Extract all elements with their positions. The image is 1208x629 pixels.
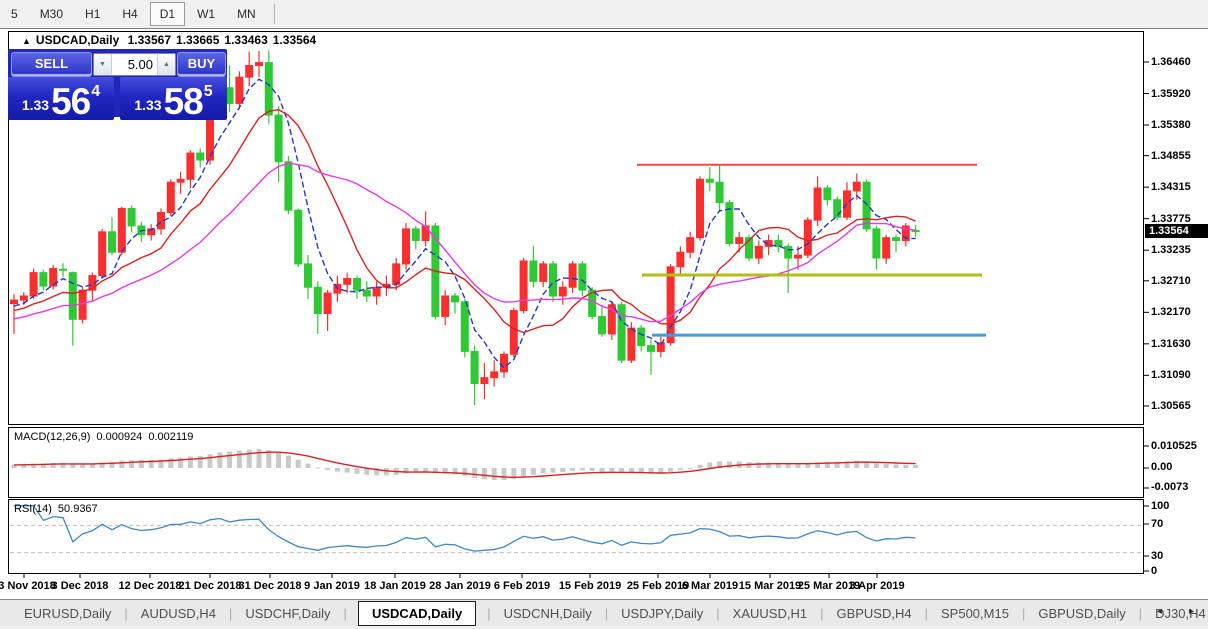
tab-separator: |	[1022, 606, 1025, 621]
timeframe-toolbar: 5M30H1H4D1W1MN	[0, 0, 1208, 28]
tab-separator: |	[820, 606, 823, 621]
chart-tab-gbpusd-daily[interactable]: GBPUSD,Daily	[1036, 602, 1127, 625]
tab-scroll-left-icon[interactable]: ◂	[1157, 606, 1162, 617]
volume-decrease-button[interactable]: ▼	[94, 54, 112, 75]
tab-scroll-right-icon[interactable]: ▸	[1189, 606, 1194, 617]
chart-symbol-header: ▲ USDCAD,Daily 1.33567 1.33665 1.33463 1.335…	[22, 33, 321, 47]
chart-tab-bar: EURUSD,Daily | AUDUSD,H4 | USDCHF,Daily | USDC…	[0, 599, 1208, 626]
one-click-trade-panel: SELL ▼ ▲ BUY 1.33 56 4 1.33 58 5	[8, 49, 227, 117]
chart-tab-usdcnh-daily[interactable]: USDCNH,Daily	[502, 602, 594, 625]
price-axis-label: 1.33235	[1151, 244, 1191, 256]
price-axis-label: 1.35380	[1151, 119, 1191, 131]
tab-separator: |	[605, 606, 608, 621]
tab-separator: |	[716, 606, 719, 621]
chart-tab-usdjpy-daily[interactable]: USDJPY,Daily	[619, 602, 705, 625]
ask-price-button[interactable]: 1.33 58 5	[120, 77, 227, 120]
macd-axis-label: -0.0073	[1151, 481, 1188, 493]
price-axis-label: 1.34855	[1151, 150, 1191, 162]
tab-separator: |	[487, 606, 490, 621]
date-axis-label: 3 Apr 2019	[835, 580, 919, 592]
chart-tab-usdchf-daily[interactable]: USDCHF,Daily	[243, 602, 332, 625]
macd-signal-value: 0.002119	[148, 431, 193, 443]
timeframe-button-h1[interactable]: H1	[75, 2, 110, 26]
ask-price-pips: 58	[164, 86, 203, 117]
rsi-header: RSI(14) 50.9367	[14, 503, 104, 515]
price-axis-label: 1.30565	[1151, 400, 1191, 412]
tab-separator: |	[344, 606, 347, 621]
buy-button[interactable]: BUY	[177, 52, 226, 77]
price-axis-label: 1.31630	[1151, 338, 1191, 350]
chart-tab-eurusd-daily[interactable]: EURUSD,Daily	[22, 602, 113, 625]
tab-separator: |	[229, 606, 232, 621]
rsi-axis-label: 70	[1151, 518, 1163, 530]
ohlc-high: 1.33665	[176, 33, 219, 47]
bid-price-pips: 56	[51, 86, 90, 117]
timeframe-button-h4[interactable]: H4	[112, 2, 147, 26]
price-axis-label: 1.32170	[1151, 306, 1191, 318]
price-axis-label: 1.35920	[1151, 88, 1191, 100]
chart-tab-xauusd-h1[interactable]: XAUUSD,H1	[731, 602, 809, 625]
price-axis-label: 1.32710	[1151, 275, 1191, 287]
tab-separator: |	[124, 606, 127, 621]
price-axis-label: 1.31090	[1151, 369, 1191, 381]
toolbar-separator	[274, 4, 275, 24]
chart-tab-gbpusd-h4[interactable]: GBPUSD,H4	[834, 602, 913, 625]
current-price-tag: 1.33564	[1145, 224, 1208, 238]
ohlc-open: 1.33567	[128, 33, 171, 47]
macd-axis-label: 0.010525	[1151, 440, 1197, 452]
tab-separator: |	[925, 606, 928, 621]
rsi-value: 50.9367	[58, 503, 98, 515]
volume-increase-button[interactable]: ▲	[157, 54, 175, 75]
rsi-label: RSI(14)	[14, 503, 52, 515]
chevron-down-icon: ▼	[99, 61, 106, 68]
timeframe-button-d1[interactable]: D1	[150, 2, 185, 26]
bid-price-point: 4	[91, 83, 100, 101]
chart-tab-audusd-h4[interactable]: AUDUSD,H4	[139, 602, 218, 625]
rsi-axis-label: 30	[1151, 550, 1163, 562]
rsi-axis-label: 100	[1151, 500, 1169, 512]
volume-stepper: ▼ ▲	[93, 53, 176, 76]
timeframe-button-m30[interactable]: M30	[30, 2, 73, 26]
tab-separator: |	[1139, 606, 1142, 621]
ohlc-close: 1.33564	[273, 33, 316, 47]
chart-tab-usdcad-daily[interactable]: USDCAD,Daily	[358, 601, 476, 626]
macd-header: MACD(12,26,9) 0.000924 0.002119	[14, 431, 199, 443]
sell-button[interactable]: SELL	[11, 52, 92, 77]
bid-price-button[interactable]: 1.33 56 4	[8, 77, 114, 120]
rsi-axis-label: 0	[1151, 565, 1157, 577]
chart-title: USDCAD,Daily	[36, 33, 119, 47]
ohlc-low: 1.33463	[224, 33, 267, 47]
ask-price-prefix: 1.33	[134, 97, 161, 113]
collapse-trade-panel-icon[interactable]: ▲	[22, 36, 31, 46]
macd-label: MACD(12,26,9)	[14, 431, 90, 443]
macd-axis-label: 0.00	[1151, 461, 1172, 473]
ask-price-point: 5	[204, 83, 213, 101]
timeframe-button-mn[interactable]: MN	[227, 2, 266, 26]
macd-main-value: 0.000924	[96, 431, 142, 443]
timeframe-button-w1[interactable]: W1	[187, 2, 225, 26]
chevron-up-icon: ▲	[163, 61, 170, 68]
price-axis-label: 1.34315	[1151, 181, 1191, 193]
price-axis-label: 1.36460	[1151, 56, 1191, 68]
chart-tab-sp500-m15[interactable]: SP500,M15	[939, 602, 1011, 625]
bid-price-prefix: 1.33	[22, 97, 49, 113]
timeframe-button-5[interactable]: 5	[1, 2, 28, 26]
volume-input[interactable]	[112, 54, 157, 75]
